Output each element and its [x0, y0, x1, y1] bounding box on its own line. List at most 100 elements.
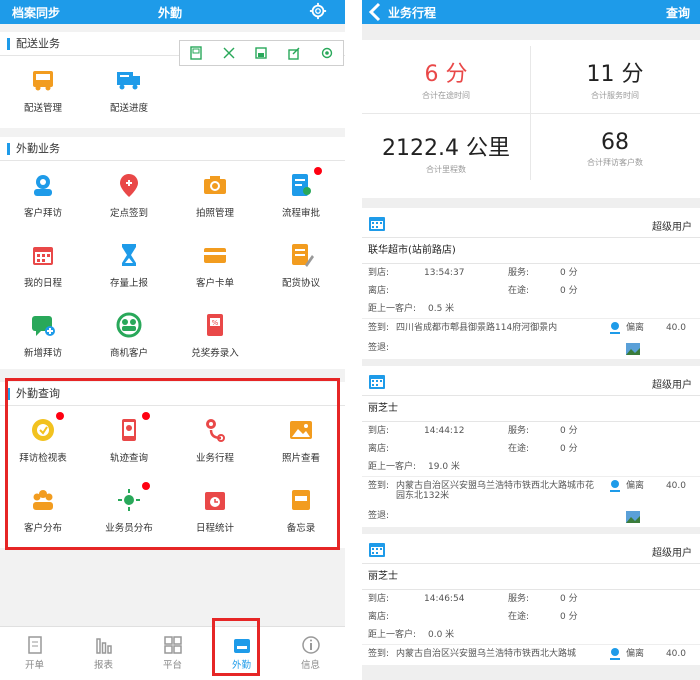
leave-row: 离店: 在途: 0 分 [362, 608, 700, 626]
left-phone-screen: 档案同步 外勤 配送业务 配送管理 配送进度 外勤业务 客户拜访 定点签到 拍照管理流… [0, 0, 345, 680]
deviation-value: 40.0 [665, 481, 686, 491]
grid-item-label: 配货协议 [281, 278, 320, 289]
signin-label: 签到: [368, 649, 390, 659]
nav-label: 报表 [93, 660, 113, 671]
service-label: 服务: [508, 268, 530, 278]
share-icon[interactable] [285, 44, 303, 62]
location-icon[interactable] [608, 647, 622, 664]
grid-item-coupon[interactable]: % 兑奖券录入 [172, 301, 258, 371]
save-icon[interactable] [187, 44, 205, 62]
grid-item-hourglass[interactable]: 存量上报 [86, 231, 172, 301]
trip-record-card[interactable]: 超级用户 联华超市(站前路店) 到店: 13:54:37 服务: 0 分 离店:… [362, 208, 700, 359]
grid-item-delivery-progress[interactable]: 配送进度 [86, 56, 172, 126]
deviation-label: 偏离 [626, 649, 645, 659]
nav-tab-platform[interactable]: 平台 [138, 627, 207, 680]
service-time: 0 分 [560, 594, 578, 604]
photo-thumbnail-icon[interactable] [626, 511, 640, 526]
signin-address: 四川省成都市郫县御景路114府河御景内 [396, 323, 558, 333]
stat-visit-count: 68 合计拜访客户数 [587, 130, 643, 167]
grid-item-label: 配送管理 [23, 103, 62, 114]
distance-value: 19.0 米 [428, 462, 460, 472]
grid-item-label: 我的日程 [23, 278, 62, 289]
archive-sync-button[interactable]: 档案同步 [12, 4, 60, 21]
signout-label: 签退: [368, 343, 390, 353]
grid-item-location-pin[interactable]: 定点签到 [86, 161, 172, 231]
query-button[interactable]: 查询 [666, 4, 690, 21]
card-header: 超级用户 [362, 366, 700, 396]
leave-label: 离店: [368, 612, 390, 622]
distance-row: 距上一客户: 0.0 米 [362, 626, 700, 644]
signin-label: 签到: [368, 323, 390, 333]
grid-item-label: 定点签到 [109, 208, 148, 219]
grid-item-label: 客户卡单 [195, 278, 234, 289]
transit-time: 0 分 [560, 612, 578, 622]
nav-label: 开单 [24, 660, 44, 671]
gear-icon[interactable] [309, 2, 327, 23]
signout-row: 签退: [362, 339, 700, 359]
add-visit-icon [0, 311, 86, 339]
calendar-icon [0, 241, 86, 269]
card-icon [172, 241, 258, 269]
photo-thumbnail-icon[interactable] [626, 343, 640, 358]
stat-mileage: 2122.4 公里 合计里程数 [382, 136, 510, 174]
calendar-icon [368, 540, 386, 561]
grid-item-card[interactable]: 客户卡单 [172, 231, 258, 301]
stat-transit-time: 6 分合计在途时间 [422, 62, 470, 100]
scrolled-card-edge [362, 186, 700, 198]
transit-time: 0 分 [560, 444, 578, 454]
leave-row: 离店: 在途: 0 分 [362, 440, 700, 458]
location-icon[interactable] [608, 321, 622, 338]
field-business-section: 外勤业务 客户拜访 定点签到 拍照管理 流程审批 我的日程 存量上报 客户卡单 配货协议 新增拜… [0, 137, 345, 369]
grid-item-label: 拍照管理 [195, 208, 234, 219]
bottom-nav: 开单 报表 平台 外勤 信息 [0, 626, 345, 680]
grid-item-customer-visit[interactable]: 客户拜访 [0, 161, 86, 231]
grid-item-add-visit[interactable]: 新增拜访 [0, 301, 86, 371]
grid-item-label: 流程审批 [281, 208, 320, 219]
nav-label: 信息 [300, 660, 320, 671]
leave-row: 离店: 在途: 0 分 [362, 282, 700, 300]
service-time: 0 分 [560, 268, 578, 278]
nav-tab-info[interactable]: 信息 [276, 627, 345, 680]
signin-row: 签到: 内蒙古自治区兴安盟乌兰浩特市铁西北大路城 偏离 40.0 [362, 645, 700, 665]
trip-record-card[interactable]: 超级用户 丽芝士 到店: 14:44:12 服务: 0 分 离店: 在途: 0 … [362, 366, 700, 527]
platform-icon [138, 635, 207, 655]
location-icon[interactable] [608, 479, 622, 496]
calendar-icon [368, 214, 386, 235]
signout-label: 签退: [368, 511, 390, 521]
grid-item-approval[interactable]: 流程审批 [258, 161, 344, 231]
deviation-label: 偏离 [626, 481, 645, 491]
deviation-value: 40.0 [665, 649, 686, 659]
stat-service-time: 11 分合计服务时间 [586, 62, 644, 100]
floating-toolbar [179, 40, 344, 66]
customer-name: 联华超市(站前路店) [362, 238, 700, 264]
grid-item-label: 商机客户 [109, 348, 148, 359]
distance-value: 0.5 米 [428, 304, 455, 314]
back-arrow-icon[interactable] [368, 2, 382, 25]
camera-icon [172, 171, 258, 199]
disk-icon[interactable] [252, 44, 270, 62]
trip-record-card[interactable]: 超级用户 丽芝士 到店: 14:46:54 服务: 0 分 离店: 在途: 0 … [362, 534, 700, 665]
settings-icon[interactable] [318, 44, 336, 62]
nav-tab-report[interactable]: 报表 [69, 627, 138, 680]
arrive-time: 14:44:12 [424, 426, 465, 436]
customer-name: 丽芝士 [362, 564, 700, 590]
grid-item-calendar[interactable]: 我的日程 [0, 231, 86, 301]
customer-visit-icon [0, 171, 86, 199]
arrive-label: 到店: [368, 594, 390, 604]
arrive-label: 到店: [368, 268, 390, 278]
card-header: 超级用户 [362, 534, 700, 564]
grid-item-truck[interactable]: 配送管理 [0, 56, 86, 126]
nav-tab-order[interactable]: 开单 [0, 627, 69, 680]
coupon-icon: % [172, 311, 258, 339]
grid-item-camera[interactable]: 拍照管理 [172, 161, 258, 231]
distance-value: 0.0 米 [428, 630, 455, 640]
expand-icon[interactable] [220, 44, 238, 62]
distance-row: 距上一客户: 0.5 米 [362, 300, 700, 318]
user-role: 超级用户 [652, 380, 692, 391]
grid-item-agreement[interactable]: 配货协议 [258, 231, 344, 301]
service-time: 0 分 [560, 426, 578, 436]
grid-item-business-customer[interactable]: 商机客户 [86, 301, 172, 371]
page-title: 业务行程 [388, 6, 437, 20]
card-header: 超级用户 [362, 208, 700, 238]
transit-label: 在途: [508, 612, 530, 622]
